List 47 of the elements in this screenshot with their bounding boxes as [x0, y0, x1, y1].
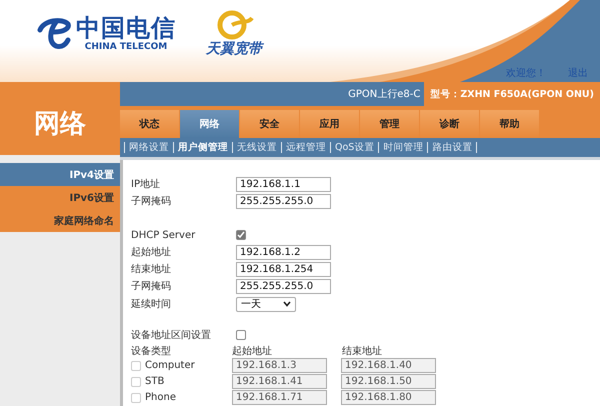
- input-field[interactable]: 192.168.1.254: [236, 262, 331, 277]
- input-field[interactable]: 192.168.1.1: [236, 176, 331, 192]
- field-label: IP地址: [131, 178, 161, 192]
- column-header: 结束地址: [342, 344, 383, 358]
- sub-nav-link[interactable]: QoS设置: [330, 142, 378, 153]
- sub-nav-link[interactable]: 用户侧管理: [173, 142, 232, 153]
- nav-tab[interactable]: 诊断: [420, 110, 479, 138]
- sub-nav-link[interactable]: 路由设置: [427, 142, 478, 153]
- field-label: 延续时间: [131, 298, 172, 312]
- checkbox[interactable]: [236, 230, 246, 240]
- field-label: 设备地址区间设置: [131, 328, 212, 342]
- input-field[interactable]: 255.255.255.0: [236, 278, 331, 294]
- connection-type: GPON上行e8-C: [348, 88, 422, 101]
- input-field[interactable]: 255.255.255.0: [236, 194, 331, 209]
- column-header: 起始地址: [232, 344, 273, 358]
- nav-tab[interactable]: 帮助: [480, 110, 539, 138]
- sidebar-item[interactable]: IPv4设置: [0, 163, 120, 186]
- field-label: 子网掩码: [131, 280, 172, 294]
- nav-tab[interactable]: 安全: [240, 110, 299, 138]
- field-label: 子网掩码: [131, 195, 172, 208]
- device-type: Computer: [145, 360, 195, 372]
- sub-nav-link[interactable]: 远程管理: [281, 142, 330, 153]
- section-title: 网络: [34, 108, 86, 141]
- lease-dropdown[interactable]: 一天: [236, 296, 296, 312]
- field-label: 结束地址: [131, 262, 172, 276]
- nav-tab[interactable]: 状态: [120, 110, 179, 138]
- nav-tab[interactable]: 网络: [180, 110, 239, 138]
- brand-english-name: CHINA TELECOM: [84, 42, 168, 52]
- device-type: Phone: [145, 392, 176, 404]
- product-name: 天翼宽带: [206, 40, 262, 58]
- sub-nav-link[interactable]: 无线设置: [232, 142, 281, 153]
- column-header: 设备类型: [131, 344, 172, 358]
- field-label: DHCP Server: [131, 230, 196, 241]
- checkbox[interactable]: [236, 330, 246, 340]
- model-label: 型号：ZXHN F650A(GPON ONU): [424, 82, 600, 106]
- sidebar-item[interactable]: 家庭网络命名: [0, 209, 120, 232]
- brand-name: 中国电信: [76, 14, 176, 42]
- input-field[interactable]: 192.168.1.2: [236, 244, 331, 260]
- telecom-logo-icon: [36, 16, 72, 50]
- sidebar-item[interactable]: IPv6设置: [0, 186, 120, 209]
- nav-tab[interactable]: 管理: [360, 110, 419, 138]
- device-type: STB: [145, 376, 164, 388]
- field-label: 起始地址: [131, 246, 172, 260]
- sub-nav-link[interactable]: 网络设置: [124, 142, 173, 153]
- sub-nav-link[interactable]: 时间管理: [378, 142, 428, 153]
- nav-tab[interactable]: 应用: [300, 110, 359, 138]
- chevron-down-icon: [283, 301, 291, 308]
